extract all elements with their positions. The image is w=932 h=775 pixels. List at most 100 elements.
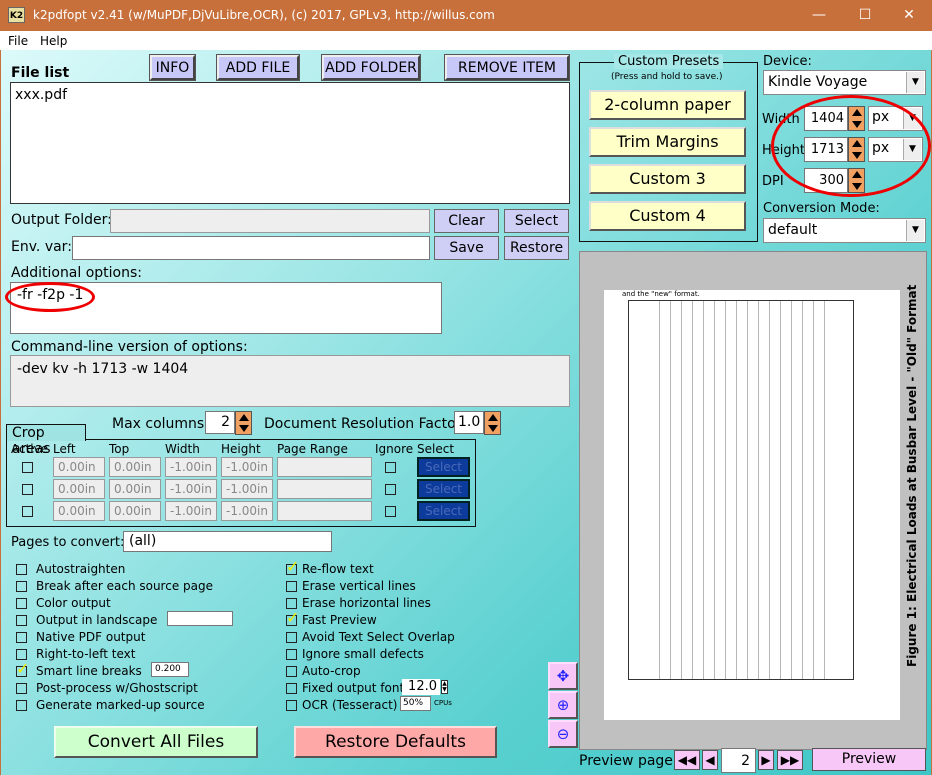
crop-width-input[interactable]: -1.00in — [165, 479, 217, 499]
crop-page-range-input[interactable] — [277, 479, 372, 499]
crop-top-input[interactable]: 0.00in — [109, 457, 161, 477]
crop-height-input[interactable]: -1.00in — [221, 501, 273, 521]
zoom-in-button[interactable]: ⊕ — [548, 691, 578, 719]
crop-page-range-input[interactable] — [277, 501, 372, 521]
file-list[interactable]: xxx.pdf — [10, 82, 570, 204]
option-label[interactable]: Avoid Text Select Overlap — [302, 630, 455, 644]
smart-line-input[interactable]: 0.200 — [151, 662, 189, 677]
preset-custom-4[interactable]: Custom 4 — [589, 201, 746, 231]
select-folder-button[interactable]: Select — [504, 209, 569, 233]
option-checkbox[interactable]: ✓ — [286, 608, 299, 627]
option-label[interactable]: Smart line breaks — [36, 664, 142, 678]
add-file-button[interactable]: ADD FILE — [216, 54, 300, 81]
crop-select-button[interactable]: Select — [417, 479, 470, 499]
font-size-input[interactable]: 12.0 — [402, 679, 440, 695]
pages-input[interactable]: (all) — [123, 531, 332, 552]
crop-width-input[interactable]: -1.00in — [165, 457, 217, 477]
clear-button[interactable]: Clear — [434, 209, 499, 233]
option-label[interactable]: Post-process w/Ghostscript — [36, 681, 198, 695]
option-checkbox[interactable] — [286, 666, 297, 677]
option-checkbox[interactable] — [286, 581, 297, 592]
last-page-button[interactable]: ▶▶ — [777, 750, 803, 770]
option-checkbox[interactable] — [286, 700, 297, 711]
doc-res-spinner[interactable] — [484, 411, 501, 435]
option-checkbox[interactable]: ✓ — [286, 557, 299, 576]
crop-top-input[interactable]: 0.00in — [109, 479, 161, 499]
close-button[interactable]: ✕ — [886, 0, 932, 31]
file-list-item[interactable]: xxx.pdf — [15, 87, 565, 103]
restore-button[interactable]: Restore — [504, 236, 569, 260]
restore-defaults-button[interactable]: Restore Defaults — [294, 726, 497, 758]
convert-all-files-button[interactable]: Convert All Files — [54, 726, 258, 758]
device-select[interactable]: Kindle Voyage ▼ — [763, 70, 926, 95]
option-label[interactable]: Erase vertical lines — [302, 579, 416, 593]
preset-2-column-paper[interactable]: 2-column paper — [589, 90, 746, 120]
option-checkbox[interactable] — [16, 683, 27, 694]
crop-height-input[interactable]: -1.00in — [221, 479, 273, 499]
option-label[interactable]: Output in landscape — [36, 613, 157, 627]
option-checkbox[interactable] — [16, 598, 27, 609]
zoom-out-button[interactable]: ⊖ — [548, 720, 578, 748]
crop-active-checkbox[interactable] — [22, 484, 33, 495]
option-label[interactable]: Erase horizontal lines — [302, 596, 431, 610]
save-button[interactable]: Save — [434, 236, 499, 260]
env-var-input[interactable] — [72, 236, 430, 260]
option-checkbox[interactable]: ✓ — [16, 659, 29, 678]
crop-height-input[interactable]: -1.00in — [221, 457, 273, 477]
crop-left-input[interactable]: 0.00in — [53, 501, 105, 521]
add-folder-button[interactable]: ADD FOLDER — [321, 54, 421, 81]
option-label[interactable]: OCR (Tesseract) — [302, 698, 398, 712]
remove-item-button[interactable]: REMOVE ITEM — [444, 54, 570, 81]
option-checkbox[interactable] — [286, 649, 297, 660]
fit-view-button[interactable]: ✥ — [548, 662, 578, 690]
option-checkbox[interactable] — [16, 700, 27, 711]
option-label[interactable]: Native PDF output — [36, 630, 145, 644]
max-columns-input[interactable]: 2 — [205, 411, 235, 434]
max-columns-spinner[interactable] — [235, 411, 252, 435]
option-label[interactable]: Autostraighten — [36, 562, 125, 576]
info-button[interactable]: INFO — [149, 54, 196, 81]
crop-ignore-checkbox[interactable] — [385, 462, 396, 473]
option-checkbox[interactable] — [16, 564, 27, 575]
crop-left-input[interactable]: 0.00in — [53, 479, 105, 499]
prev-page-button[interactable]: ◀ — [702, 750, 718, 770]
option-checkbox[interactable] — [286, 683, 297, 694]
preview-button[interactable]: Preview — [812, 748, 926, 771]
menu-file[interactable]: File — [8, 34, 28, 48]
crop-active-checkbox[interactable] — [22, 506, 33, 517]
preset-trim-margins[interactable]: Trim Margins — [589, 127, 746, 157]
option-checkbox[interactable] — [16, 581, 27, 592]
crop-select-button[interactable]: Select — [417, 501, 470, 521]
option-label[interactable]: Fast Preview — [302, 613, 377, 627]
crop-left-input[interactable]: 0.00in — [53, 457, 105, 477]
option-checkbox[interactable] — [16, 615, 27, 626]
conversion-mode-select[interactable]: default ▼ — [763, 218, 926, 243]
crop-active-checkbox[interactable] — [22, 462, 33, 473]
crop-select-button[interactable]: Select — [417, 457, 470, 477]
preset-custom-3[interactable]: Custom 3 — [589, 164, 746, 194]
option-label[interactable]: Right-to-left text — [36, 647, 135, 661]
preview-page-input[interactable]: 2 — [721, 748, 756, 773]
crop-ignore-checkbox[interactable] — [385, 506, 396, 517]
next-page-button[interactable]: ▶ — [758, 750, 774, 770]
maximize-button[interactable]: ☐ — [842, 0, 888, 31]
option-label[interactable]: Re-flow text — [302, 562, 374, 576]
option-label[interactable]: Auto-crop — [302, 664, 361, 678]
font-size-spinner[interactable]: ▲ ▼ — [441, 680, 448, 694]
landscape-input[interactable] — [167, 611, 233, 626]
ocr-cpus-input[interactable]: 50% — [400, 696, 431, 711]
crop-ignore-checkbox[interactable] — [385, 484, 396, 495]
option-label[interactable]: Break after each source page — [36, 579, 213, 593]
crop-top-input[interactable]: 0.00in — [109, 501, 161, 521]
crop-page-range-input[interactable] — [277, 457, 372, 477]
output-folder-input[interactable] — [110, 209, 430, 233]
crop-width-input[interactable]: -1.00in — [165, 501, 217, 521]
option-label[interactable]: Ignore small defects — [302, 647, 424, 661]
minimize-button[interactable]: — — [796, 0, 842, 31]
first-page-button[interactable]: ◀◀ — [674, 750, 700, 770]
option-label[interactable]: Color output — [36, 596, 111, 610]
option-checkbox[interactable] — [286, 632, 297, 643]
doc-res-input[interactable]: 1.0 — [454, 411, 484, 434]
option-checkbox[interactable] — [16, 632, 27, 643]
option-label[interactable]: Generate marked-up source — [36, 698, 205, 712]
